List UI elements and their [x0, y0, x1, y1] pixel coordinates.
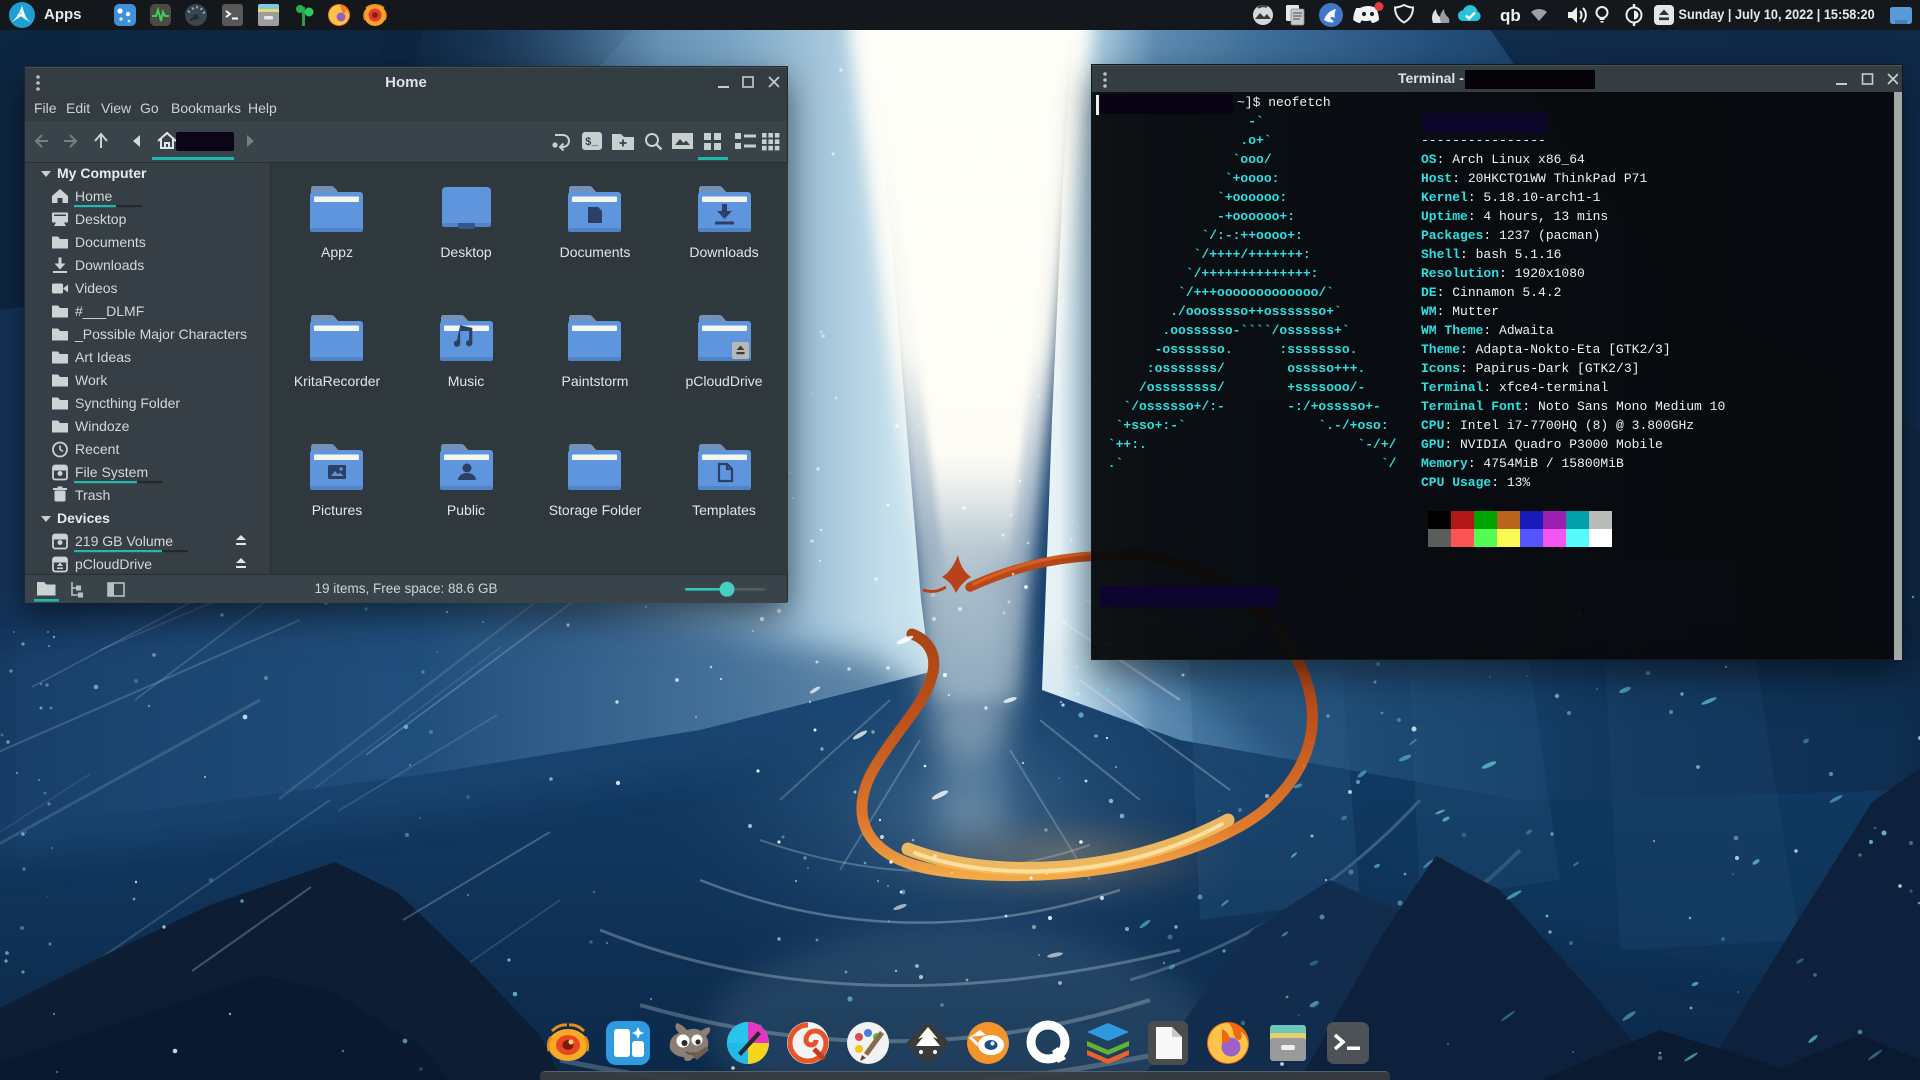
svg-text:qb: qb	[1500, 6, 1521, 25]
svg-text:$_: $_	[585, 137, 599, 149]
